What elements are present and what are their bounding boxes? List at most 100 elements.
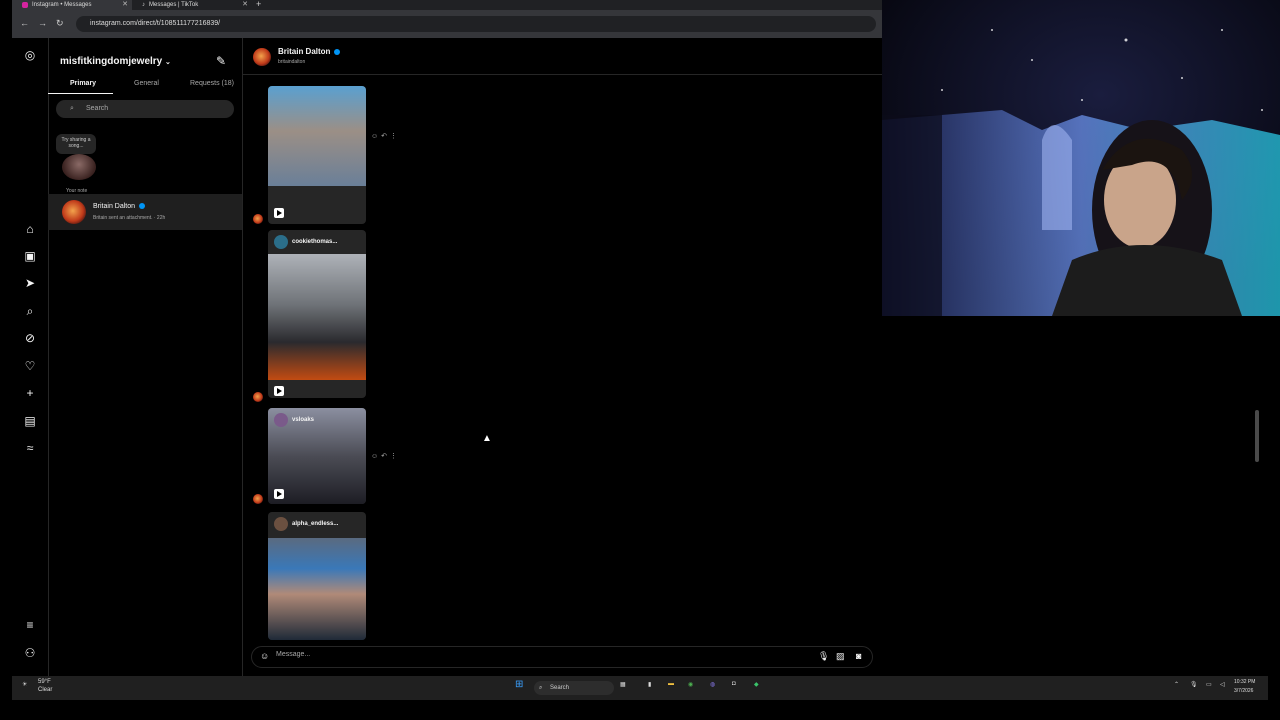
reel-author-name: vsloaks xyxy=(292,417,315,423)
webcam-overlay xyxy=(882,0,1280,316)
conversation-name-line: Britain Dalton xyxy=(93,203,146,210)
conversation-name: Britain Dalton xyxy=(93,203,136,210)
threads-icon[interactable]: ≈ xyxy=(23,441,37,455)
windows-taskbar: ☀ 59°F Clear ⊞ ⌕ Search ▦ ▮ ▬ ◉ ◍ ◘ ◆ ⌃ … xyxy=(12,676,1268,700)
note-prompt: Try sharing a song... xyxy=(61,137,91,149)
task-view-icon[interactable]: ▦ xyxy=(620,681,626,688)
conversation-row[interactable]: Britain Dalton Britain sent an attachmen… xyxy=(48,194,242,230)
thread-title[interactable]: Britain Dalton xyxy=(278,47,341,56)
note-bubble[interactable]: Try sharing a song... xyxy=(56,134,96,154)
search-icon[interactable]: ⌕ xyxy=(23,304,37,318)
instagram-logo-icon[interactable]: ◎ xyxy=(23,48,37,62)
messages-icon[interactable]: ➤ xyxy=(23,276,37,290)
volume-icon[interactable]: ◁ xyxy=(1220,681,1225,688)
scrollbar-thumb[interactable] xyxy=(1255,410,1259,462)
messenger-icon[interactable]: ◍ xyxy=(710,681,715,688)
new-tab-button[interactable]: + xyxy=(256,0,261,9)
avatar[interactable] xyxy=(253,48,271,66)
reel-author: cookiethomas... xyxy=(268,230,366,254)
avatar xyxy=(274,235,288,249)
avatar xyxy=(62,200,86,224)
tray-chevron-icon[interactable]: ⌃ xyxy=(1174,681,1179,688)
reel-author-name: cookiethomas... xyxy=(292,239,338,245)
tab-requests[interactable]: Requests (18) xyxy=(190,80,234,87)
emoji-icon[interactable]: ☺ xyxy=(260,651,269,661)
notifications-heart-icon[interactable]: ♡ xyxy=(23,359,37,373)
search-icon: ⌕ xyxy=(539,685,543,691)
shared-reel[interactable]: cookiethomas... xyxy=(268,230,366,398)
weather-temp: 59°F xyxy=(38,679,51,685)
reel-thumbnail xyxy=(268,254,366,380)
account-switcher[interactable]: misfitkingdomjewelry ⌄ xyxy=(60,56,171,67)
url-text: instagram.com/direct/t/108511177216839/ xyxy=(90,20,221,27)
sender-avatar xyxy=(253,494,263,504)
app-icon[interactable]: ◆ xyxy=(754,681,759,688)
tab-general[interactable]: General xyxy=(134,80,159,87)
image-icon[interactable]: ▨ xyxy=(836,651,845,662)
reel-thumbnail xyxy=(268,538,366,640)
reels-icon[interactable]: ▣ xyxy=(23,249,37,263)
taskbar-search[interactable]: ⌕ Search xyxy=(534,681,614,695)
tiktok-favicon-icon: ♪ xyxy=(142,2,145,8)
app-icon[interactable]: ◘ xyxy=(732,681,736,687)
tab-primary[interactable]: Primary xyxy=(70,80,96,87)
thread-username: britaindalton xyxy=(278,59,306,65)
reel-play-icon xyxy=(274,386,284,396)
browser-tab-label: Instagram • Messages xyxy=(32,2,92,8)
message-input[interactable]: Message... xyxy=(276,651,310,658)
microphone-icon[interactable]: 🎙 xyxy=(818,651,829,662)
create-icon[interactable]: + xyxy=(23,386,37,400)
browser-nav-bar: ← → ↻ instagram.com/direct/t/10851117721… xyxy=(12,10,882,38)
microphone-tray-icon[interactable]: 🎙 xyxy=(1190,681,1198,688)
reel-author-name: alpha_endless... xyxy=(292,521,339,527)
reel-author: vsloaks xyxy=(268,408,366,432)
clock-date[interactable]: 3/7/2026 xyxy=(1234,688,1253,694)
meta-apps-icon[interactable]: ⚇ xyxy=(23,646,37,660)
message-actions[interactable]: ☺↶⋮ xyxy=(371,132,400,140)
taskbar-search-label: Search xyxy=(550,685,570,691)
reel-author: alpha_endless... xyxy=(268,512,366,536)
explore-icon[interactable]: ⊘ xyxy=(23,331,37,345)
thread-name: Britain Dalton xyxy=(278,47,331,56)
dashboard-icon[interactable]: ▤ xyxy=(23,414,37,428)
thread-panel: Britain Dalton britaindalton ☺↶⋮ cookiet… xyxy=(243,38,882,676)
windows-start-icon[interactable]: ⊞ xyxy=(515,679,523,690)
chevron-down-icon: ⌄ xyxy=(165,59,171,66)
clock-time[interactable]: 10:32 PM xyxy=(1234,679,1255,685)
terminal-app-icon[interactable]: ▮ xyxy=(648,681,651,688)
reload-icon[interactable]: ↻ xyxy=(56,18,64,29)
browser-tab-tiktok[interactable]: ♪ Messages | TikTok ✕ xyxy=(132,0,252,10)
shared-reel[interactable]: alpha_endless... xyxy=(268,512,366,640)
close-tab-icon[interactable]: ✕ xyxy=(122,0,128,10)
verified-badge-icon xyxy=(139,203,146,210)
webcam-image xyxy=(882,0,1280,316)
close-tab-icon[interactable]: ✕ xyxy=(242,0,248,10)
network-icon[interactable]: ▭ xyxy=(1206,681,1212,688)
more-menu-icon[interactable]: ≡ xyxy=(23,618,37,632)
weather-icon[interactable]: ☀ xyxy=(22,681,27,688)
shared-reel[interactable] xyxy=(268,86,366,224)
scrollbar[interactable] xyxy=(1254,316,1262,676)
back-arrow-icon[interactable]: ← xyxy=(20,18,29,28)
verified-badge-icon xyxy=(334,48,341,55)
avatar xyxy=(274,413,288,427)
instagram-app: ◎ ⌂ ▣ ➤ ⌕ ⊘ ♡ + ▤ ≈ ≡ ⚇ misfitkingdomjew… xyxy=(12,38,882,676)
account-name: misfitkingdomjewelry xyxy=(60,56,163,67)
sender-avatar xyxy=(253,392,263,402)
home-icon[interactable]: ⌂ xyxy=(23,222,37,236)
browser-tab-label: Messages | TikTok xyxy=(149,2,199,8)
sticker-icon[interactable]: ◙ xyxy=(856,651,861,661)
message-actions[interactable]: ☺↶⋮ xyxy=(371,452,400,460)
your-note-avatar[interactable] xyxy=(62,154,96,180)
file-explorer-icon[interactable]: ▬ xyxy=(668,681,674,687)
shared-reel[interactable]: vsloaks xyxy=(268,408,366,504)
chrome-icon[interactable]: ◉ xyxy=(688,681,693,688)
forward-arrow-icon[interactable]: → xyxy=(38,18,47,28)
compose-icon[interactable]: ✎ xyxy=(216,54,226,68)
address-bar[interactable]: instagram.com/direct/t/108511177216839/ xyxy=(76,16,876,32)
search-input[interactable]: ⌕ Search xyxy=(56,100,234,118)
avatar xyxy=(274,517,288,531)
active-tab-indicator xyxy=(48,93,113,94)
browser-tab-instagram[interactable]: Instagram • Messages ✕ xyxy=(12,0,132,10)
browser-tab-bar: Instagram • Messages ✕ ♪ Messages | TikT… xyxy=(12,0,882,10)
